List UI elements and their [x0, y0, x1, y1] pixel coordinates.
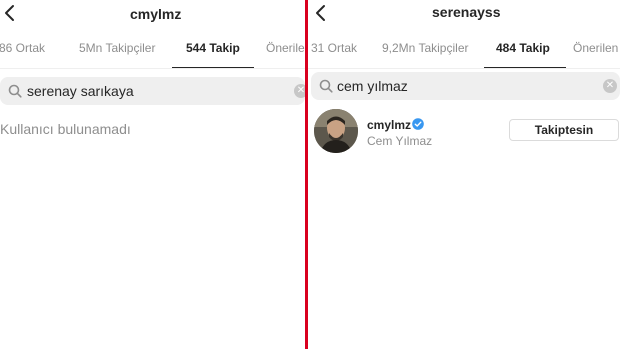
- search-input[interactable]: cem yılmaz: [337, 78, 408, 94]
- search-input[interactable]: serenay sarıkaya: [27, 83, 134, 99]
- search-bar[interactable]: serenay sarıkaya ✕: [0, 77, 305, 105]
- tab-following[interactable]: 544 Takip: [186, 41, 240, 55]
- profile-username: cmylmz: [130, 6, 182, 22]
- tabs-divider: [0, 68, 305, 69]
- tab-suggested[interactable]: Önerilen: [266, 41, 305, 55]
- search-bar[interactable]: cem yılmaz ✕: [311, 72, 620, 100]
- back-arrow-icon: [5, 5, 14, 21]
- search-result-item[interactable]: cmylmz Cem Yılmaz Takiptesin: [308, 106, 620, 160]
- search-icon: [319, 79, 333, 93]
- tab-followers[interactable]: 9,2Mn Takipçiler: [382, 41, 468, 55]
- profile-username: serenayss: [432, 4, 501, 20]
- tab-mutual[interactable]: 31 Ortak: [311, 41, 357, 55]
- follow-tabs: 86 Ortak 5Mn Takipçiler 544 Takip Öneril…: [0, 38, 305, 69]
- verified-badge-icon: [412, 118, 424, 130]
- no-results-message: Kullanıcı bulunamadı: [0, 121, 131, 137]
- tab-mutual[interactable]: 86 Ortak: [0, 41, 45, 55]
- following-button[interactable]: Takiptesin: [509, 119, 619, 141]
- back-arrow-icon: [316, 5, 325, 21]
- clear-icon[interactable]: ✕: [603, 79, 617, 93]
- result-username: cmylmz: [367, 118, 412, 132]
- avatar[interactable]: [314, 109, 358, 153]
- tab-following[interactable]: 484 Takip: [496, 41, 550, 55]
- result-full-name: Cem Yılmaz: [367, 134, 433, 148]
- right-screenshot-panel: serenayss 31 Ortak 9,2Mn Takipçiler 484 …: [308, 0, 620, 349]
- clear-icon[interactable]: ✕: [294, 84, 305, 98]
- back-button[interactable]: [310, 2, 330, 24]
- follow-tabs: 31 Ortak 9,2Mn Takipçiler 484 Takip Öner…: [308, 38, 620, 69]
- back-button[interactable]: [0, 2, 19, 24]
- tab-suggested[interactable]: Önerilen: [573, 41, 618, 55]
- left-screenshot-panel: cmylmz 86 Ortak 5Mn Takipçiler 544 Takip…: [0, 0, 305, 349]
- tabs-divider: [308, 68, 620, 69]
- search-icon: [8, 84, 22, 98]
- tab-followers[interactable]: 5Mn Takipçiler: [79, 41, 155, 55]
